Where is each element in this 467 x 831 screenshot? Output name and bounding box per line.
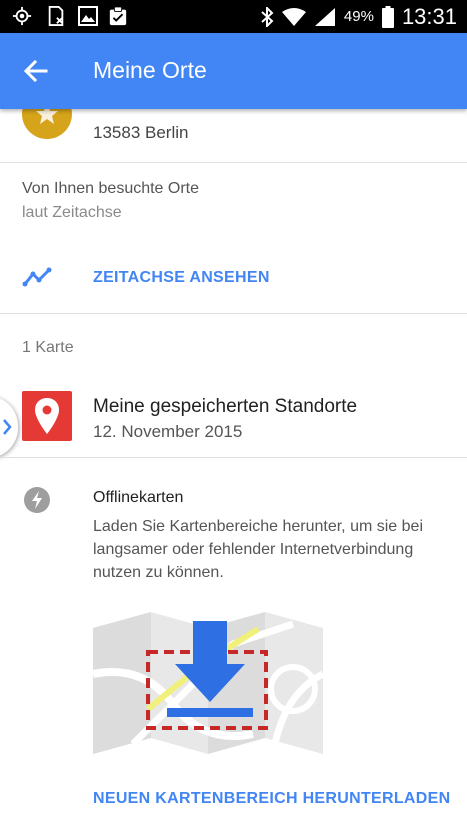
map-pin-icon — [35, 398, 59, 434]
map-title: Meine gespeicherten Standorte — [93, 396, 358, 417]
lightning-icon — [32, 491, 42, 509]
offline-icon-circle — [24, 487, 50, 513]
clipboard-icon — [109, 6, 127, 26]
gallery-icon — [78, 6, 98, 26]
battery-icon — [381, 5, 394, 28]
star-icon — [36, 109, 58, 124]
map-thumbnail — [22, 391, 72, 441]
list-item[interactable]: Meine gespeicherten Standorte 12. Novemb… — [0, 384, 467, 454]
timeline-icon — [22, 267, 52, 287]
divider — [0, 162, 467, 163]
status-bar: 49% 13:31 — [0, 0, 467, 33]
clock: 13:31 — [401, 3, 457, 29]
timeline-link-label: ZEITACHSE ANSEHEN — [93, 269, 270, 286]
place-icon-circle — [22, 109, 72, 139]
offline-map-illustration — [93, 612, 323, 755]
signal-icon — [314, 7, 335, 26]
divider — [0, 313, 467, 314]
visited-subtitle: laut Zeitachse — [22, 204, 122, 221]
divider — [0, 457, 467, 458]
place-row[interactable]: 13583 Berlin — [0, 109, 467, 162]
app-bar: Meine Orte — [0, 33, 467, 109]
battery-percent: 49% — [343, 8, 374, 25]
maps-count-label: 1 Karte — [22, 339, 74, 356]
map-date: 12. November 2015 — [93, 422, 243, 441]
chevron-right-icon — [3, 419, 12, 435]
page-title: Meine Orte — [93, 57, 207, 83]
bluetooth-icon — [261, 6, 274, 27]
visited-title: Von Ihnen besuchte Orte — [22, 180, 200, 197]
offline-description: Laden Sie Kartenbereiche herunter, um si… — [93, 518, 423, 581]
download-area-button[interactable]: NEUEN KARTENBEREICH HERUNTERLADEN — [93, 790, 450, 808]
main-content: 13583 Berlin Von Ihnen besuchte Orte lau… — [0, 109, 467, 831]
gps-icon — [12, 6, 32, 26]
timeline-link[interactable]: ZEITACHSE ANSEHEN — [0, 257, 467, 299]
sim-icon — [48, 6, 64, 26]
place-address: 13583 Berlin — [93, 123, 189, 142]
wifi-icon — [281, 7, 306, 26]
arrow-back-icon[interactable] — [22, 57, 50, 85]
offline-title: Offlinekarten — [93, 489, 184, 506]
